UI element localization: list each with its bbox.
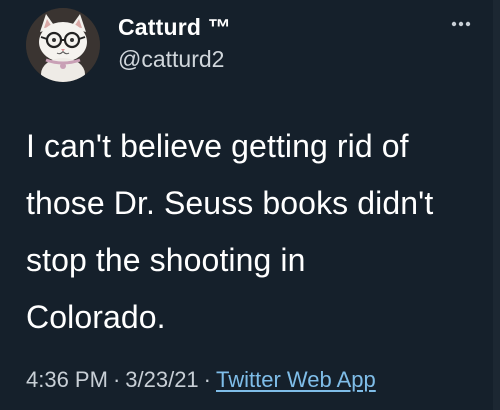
tweet-time[interactable]: 4:36 PM [26, 367, 108, 392]
tweet-card: Catturd ™ @catturd2 I can't believe gett… [0, 0, 500, 410]
meta-separator: · [203, 367, 211, 392]
tweet-date[interactable]: 3/23/21 [125, 367, 198, 392]
tweet-meta: 4:36 PM · 3/23/21 · Twitter Web App [26, 367, 376, 393]
scroll-edge [493, 0, 500, 410]
tweet-text: I can't believe getting rid of those Dr.… [26, 128, 434, 335]
tweet-source-link[interactable]: Twitter Web App [216, 367, 376, 392]
avatar[interactable] [26, 8, 100, 82]
display-name[interactable]: Catturd ™ [118, 14, 231, 41]
meta-separator: · [112, 367, 121, 392]
cat-avatar-icon [26, 8, 100, 82]
more-options-icon[interactable] [446, 14, 476, 34]
user-handle[interactable]: @catturd2 [118, 46, 224, 73]
